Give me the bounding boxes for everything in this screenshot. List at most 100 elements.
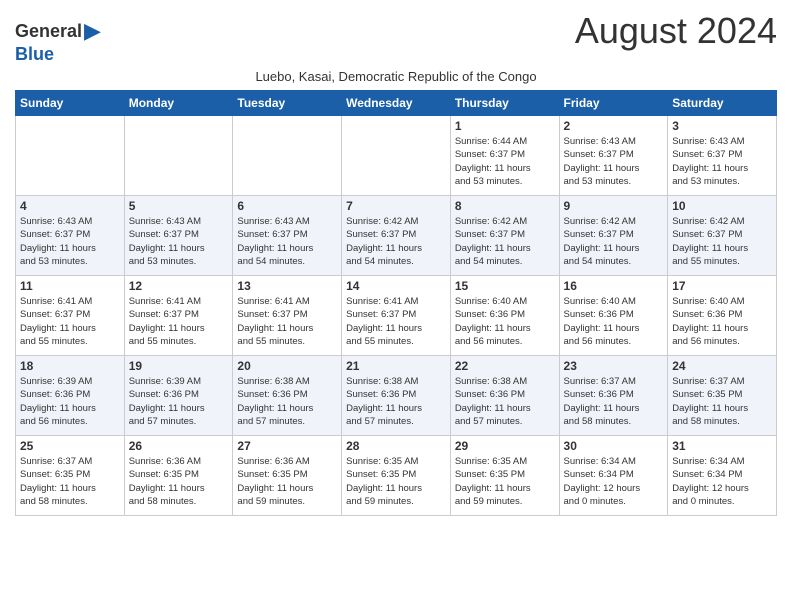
day-info: Sunrise: 6:42 AM Sunset: 6:37 PM Dayligh… [672, 215, 772, 268]
day-info: Sunrise: 6:42 AM Sunset: 6:37 PM Dayligh… [346, 215, 446, 268]
day-info: Sunrise: 6:36 AM Sunset: 6:35 PM Dayligh… [129, 455, 229, 508]
weekday-header-thursday: Thursday [450, 91, 559, 116]
day-info: Sunrise: 6:36 AM Sunset: 6:35 PM Dayligh… [237, 455, 337, 508]
day-info: Sunrise: 6:41 AM Sunset: 6:37 PM Dayligh… [237, 295, 337, 348]
day-info: Sunrise: 6:40 AM Sunset: 6:36 PM Dayligh… [455, 295, 555, 348]
day-info: Sunrise: 6:43 AM Sunset: 6:37 PM Dayligh… [564, 135, 664, 188]
calendar-cell: 17 Sunrise: 6:40 AM Sunset: 6:36 PM Dayli… [668, 276, 777, 356]
calendar-cell: 30 Sunrise: 6:34 AM Sunset: 6:34 PM Dayli… [559, 436, 668, 516]
calendar-cell: 10 Sunrise: 6:42 AM Sunset: 6:37 PM Dayli… [668, 196, 777, 276]
day-number: 22 [455, 359, 555, 373]
day-number: 27 [237, 439, 337, 453]
calendar-cell: 3 Sunrise: 6:43 AM Sunset: 6:37 PM Daylig… [668, 116, 777, 196]
day-number: 16 [564, 279, 664, 293]
calendar-cell: 31 Sunrise: 6:34 AM Sunset: 6:34 PM Dayli… [668, 436, 777, 516]
weekday-header-sunday: Sunday [16, 91, 125, 116]
day-number: 30 [564, 439, 664, 453]
day-number: 13 [237, 279, 337, 293]
day-number: 5 [129, 199, 229, 213]
calendar-week-5: 25 Sunrise: 6:37 AM Sunset: 6:35 PM Dayli… [16, 436, 777, 516]
calendar-cell [233, 116, 342, 196]
day-number: 3 [672, 119, 772, 133]
day-number: 18 [20, 359, 120, 373]
calendar-cell: 15 Sunrise: 6:40 AM Sunset: 6:36 PM Dayli… [450, 276, 559, 356]
header: General ▶ Blue August 2024 [15, 10, 777, 65]
calendar-cell: 9 Sunrise: 6:42 AM Sunset: 6:37 PM Daylig… [559, 196, 668, 276]
day-info: Sunrise: 6:38 AM Sunset: 6:36 PM Dayligh… [455, 375, 555, 428]
calendar-cell: 5Sunrise: 6:43 AM Sunset: 6:37 PM Daylig… [124, 196, 233, 276]
day-info: Sunrise: 6:41 AM Sunset: 6:37 PM Dayligh… [129, 295, 229, 348]
day-number: 10 [672, 199, 772, 213]
calendar-cell: 2Sunrise: 6:43 AM Sunset: 6:37 PM Daylig… [559, 116, 668, 196]
month-title: August 2024 [575, 10, 777, 52]
calendar-cell: 11Sunrise: 6:41 AM Sunset: 6:37 PM Dayli… [16, 276, 125, 356]
calendar-week-2: 4Sunrise: 6:43 AM Sunset: 6:37 PM Daylig… [16, 196, 777, 276]
day-info: Sunrise: 6:43 AM Sunset: 6:37 PM Dayligh… [672, 135, 772, 188]
day-info: Sunrise: 6:39 AM Sunset: 6:36 PM Dayligh… [20, 375, 120, 428]
day-info: Sunrise: 6:37 AM Sunset: 6:35 PM Dayligh… [20, 455, 120, 508]
day-info: Sunrise: 6:34 AM Sunset: 6:34 PM Dayligh… [564, 455, 664, 508]
day-info: Sunrise: 6:39 AM Sunset: 6:36 PM Dayligh… [129, 375, 229, 428]
calendar-cell: 29 Sunrise: 6:35 AM Sunset: 6:35 PM Dayli… [450, 436, 559, 516]
day-info: Sunrise: 6:44 AM Sunset: 6:37 PM Dayligh… [455, 135, 555, 188]
calendar-cell: 14 Sunrise: 6:41 AM Sunset: 6:37 PM Dayli… [342, 276, 451, 356]
calendar-cell: 23 Sunrise: 6:37 AM Sunset: 6:36 PM Dayli… [559, 356, 668, 436]
day-number: 14 [346, 279, 446, 293]
calendar-cell: 4Sunrise: 6:43 AM Sunset: 6:37 PM Daylig… [16, 196, 125, 276]
day-number: 31 [672, 439, 772, 453]
weekday-header-monday: Monday [124, 91, 233, 116]
weekday-header-wednesday: Wednesday [342, 91, 451, 116]
calendar-cell [16, 116, 125, 196]
day-info: Sunrise: 6:34 AM Sunset: 6:34 PM Dayligh… [672, 455, 772, 508]
day-number: 7 [346, 199, 446, 213]
day-info: Sunrise: 6:43 AM Sunset: 6:37 PM Dayligh… [20, 215, 120, 268]
calendar-cell: 21Sunrise: 6:38 AM Sunset: 6:36 PM Dayli… [342, 356, 451, 436]
calendar-cell [124, 116, 233, 196]
day-number: 25 [20, 439, 120, 453]
day-info: Sunrise: 6:37 AM Sunset: 6:36 PM Dayligh… [564, 375, 664, 428]
day-info: Sunrise: 6:38 AM Sunset: 6:36 PM Dayligh… [346, 375, 446, 428]
day-number: 23 [564, 359, 664, 373]
calendar-week-4: 18 Sunrise: 6:39 AM Sunset: 6:36 PM Dayli… [16, 356, 777, 436]
day-number: 19 [129, 359, 229, 373]
calendar-cell: 16Sunrise: 6:40 AM Sunset: 6:36 PM Dayli… [559, 276, 668, 356]
day-number: 29 [455, 439, 555, 453]
day-info: Sunrise: 6:42 AM Sunset: 6:37 PM Dayligh… [455, 215, 555, 268]
calendar-cell: 7 Sunrise: 6:42 AM Sunset: 6:37 PM Daylig… [342, 196, 451, 276]
calendar-cell: 25 Sunrise: 6:37 AM Sunset: 6:35 PM Dayli… [16, 436, 125, 516]
day-number: 15 [455, 279, 555, 293]
calendar-week-3: 11Sunrise: 6:41 AM Sunset: 6:37 PM Dayli… [16, 276, 777, 356]
day-number: 17 [672, 279, 772, 293]
day-info: Sunrise: 6:43 AM Sunset: 6:37 PM Dayligh… [237, 215, 337, 268]
day-number: 20 [237, 359, 337, 373]
calendar-cell: 18 Sunrise: 6:39 AM Sunset: 6:36 PM Dayli… [16, 356, 125, 436]
calendar-cell [342, 116, 451, 196]
logo-blue-text: Blue [15, 44, 54, 65]
calendar-cell: 27 Sunrise: 6:36 AM Sunset: 6:35 PM Dayli… [233, 436, 342, 516]
calendar-cell: 28 Sunrise: 6:35 AM Sunset: 6:35 PM Dayli… [342, 436, 451, 516]
calendar-cell: 8 Sunrise: 6:42 AM Sunset: 6:37 PM Daylig… [450, 196, 559, 276]
calendar-cell: 24Sunrise: 6:37 AM Sunset: 6:35 PM Dayli… [668, 356, 777, 436]
calendar-cell: 19 Sunrise: 6:39 AM Sunset: 6:36 PM Dayli… [124, 356, 233, 436]
day-number: 26 [129, 439, 229, 453]
calendar-cell: 13 Sunrise: 6:41 AM Sunset: 6:37 PM Dayli… [233, 276, 342, 356]
day-info: Sunrise: 6:41 AM Sunset: 6:37 PM Dayligh… [346, 295, 446, 348]
day-info: Sunrise: 6:40 AM Sunset: 6:36 PM Dayligh… [672, 295, 772, 348]
day-number: 28 [346, 439, 446, 453]
day-info: Sunrise: 6:35 AM Sunset: 6:35 PM Dayligh… [455, 455, 555, 508]
day-number: 8 [455, 199, 555, 213]
day-number: 9 [564, 199, 664, 213]
calendar-table: SundayMondayTuesdayWednesdayThursdayFrid… [15, 90, 777, 516]
weekday-header-tuesday: Tuesday [233, 91, 342, 116]
calendar-cell: 20Sunrise: 6:38 AM Sunset: 6:36 PM Dayli… [233, 356, 342, 436]
weekday-header-friday: Friday [559, 91, 668, 116]
calendar-cell: 6 Sunrise: 6:43 AM Sunset: 6:37 PM Daylig… [233, 196, 342, 276]
calendar-cell: 1 Sunrise: 6:44 AM Sunset: 6:37 PM Daylig… [450, 116, 559, 196]
day-info: Sunrise: 6:41 AM Sunset: 6:37 PM Dayligh… [20, 295, 120, 348]
day-info: Sunrise: 6:35 AM Sunset: 6:35 PM Dayligh… [346, 455, 446, 508]
day-number: 6 [237, 199, 337, 213]
day-info: Sunrise: 6:42 AM Sunset: 6:37 PM Dayligh… [564, 215, 664, 268]
day-number: 1 [455, 119, 555, 133]
calendar-cell: 12Sunrise: 6:41 AM Sunset: 6:37 PM Dayli… [124, 276, 233, 356]
day-number: 24 [672, 359, 772, 373]
